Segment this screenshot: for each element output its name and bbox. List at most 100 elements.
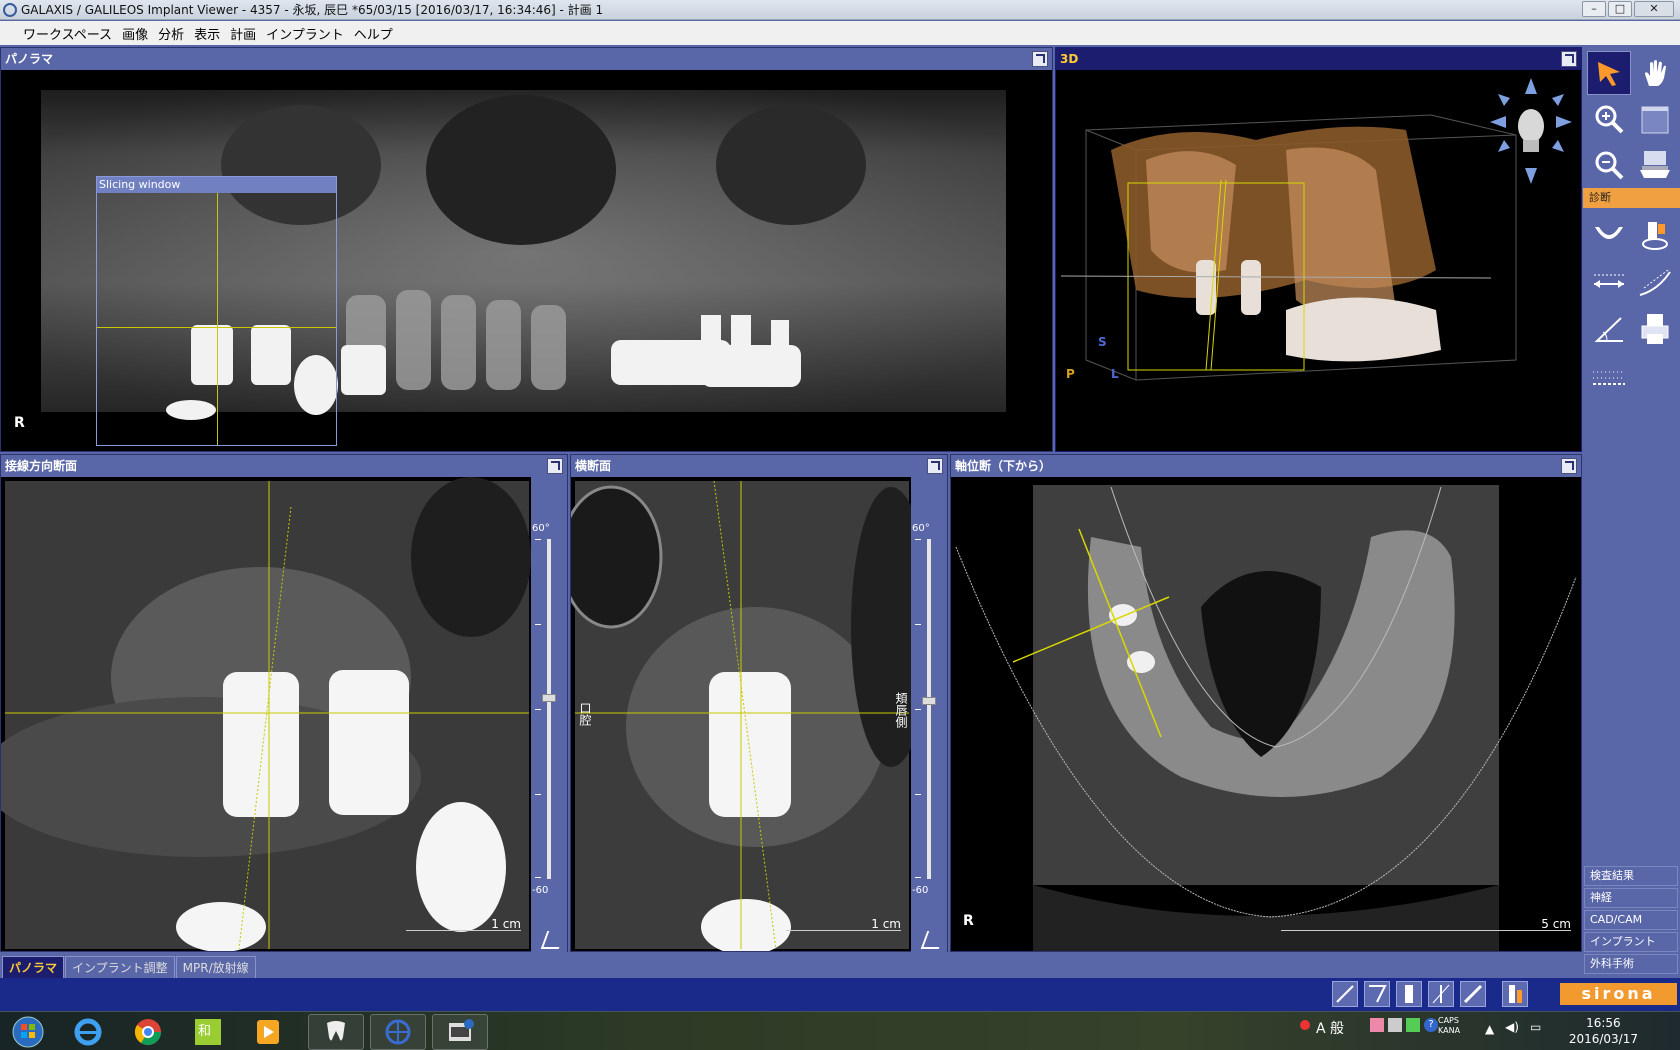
slider-top-label: 60° (532, 523, 550, 534)
print-tool[interactable] (1633, 307, 1677, 351)
tab-mpr[interactable]: MPR/放射線 (175, 956, 256, 978)
slider-thumb[interactable] (542, 694, 556, 702)
cross-section-view[interactable]: 口腔 頬唇側 1 cm (571, 477, 911, 951)
tooth-app-icon (327, 1021, 345, 1041)
menu-analysis[interactable]: 分析 (153, 24, 189, 43)
crosshair-vertical (217, 193, 218, 445)
zoom-out-tool[interactable] (1587, 143, 1631, 187)
maximize-panel-icon[interactable] (1032, 51, 1048, 67)
slider-tick (915, 539, 921, 540)
viewer-button[interactable] (432, 1014, 488, 1050)
slider-tick (915, 794, 921, 795)
tooth-app-button[interactable] (308, 1014, 364, 1050)
help-icon[interactable]: ? (1424, 1018, 1438, 1032)
sidebar-tab-nerve[interactable]: 神経 (1584, 888, 1678, 908)
minimize-button[interactable]: – (1582, 1, 1606, 17)
ie-button[interactable] (60, 1014, 116, 1050)
arch-icon (1595, 227, 1623, 239)
maximize-panel-icon[interactable] (1561, 458, 1577, 474)
pano-tool-1-icon[interactable] (1332, 981, 1358, 1007)
slider-thumb[interactable] (922, 697, 936, 705)
close-button[interactable]: ✕ (1634, 1, 1674, 17)
pano-tool-5-icon[interactable] (1460, 981, 1486, 1007)
pano-tool-3-icon[interactable] (1396, 981, 1422, 1007)
menu-workspace[interactable]: ワークスペース (18, 24, 117, 43)
orientation-r-label: R (14, 415, 25, 431)
ruler-tool[interactable] (1587, 355, 1631, 399)
tilt-slider[interactable]: 60° -60 (531, 477, 567, 953)
tab-panorama[interactable]: パノラマ (2, 956, 65, 978)
sidebar-tab-results[interactable]: 検査結果 (1584, 866, 1678, 886)
tilt-slider[interactable]: 60° -60 (911, 477, 947, 953)
clock-time: 16:56 (1586, 1016, 1621, 1030)
slider-track[interactable] (927, 539, 931, 879)
media-button[interactable] (240, 1014, 296, 1050)
maximize-button[interactable]: □ (1608, 1, 1632, 17)
angle-icon[interactable] (920, 931, 946, 949)
pan-tool[interactable] (1633, 51, 1677, 95)
maximize-panel-icon[interactable] (1561, 51, 1577, 67)
system-clock[interactable]: 16:56 2016/03/17 (1569, 1015, 1638, 1047)
slider-track[interactable] (547, 539, 551, 879)
pointer-tool[interactable] (1587, 51, 1631, 95)
menu-implant[interactable]: インプラント (261, 24, 349, 43)
volume-icon[interactable]: ◀) (1505, 1020, 1519, 1034)
window-controls: – □ ✕ (1582, 1, 1674, 17)
tab-implant-adjust[interactable]: インプラント調整 (65, 956, 175, 978)
orientation-head-icon[interactable] (1488, 76, 1574, 186)
chrome-button[interactable] (120, 1014, 176, 1050)
tray-app-icon[interactable] (1370, 1018, 1384, 1032)
cross-section-image (571, 480, 911, 951)
menu-plan[interactable]: 計画 (225, 24, 261, 43)
menu-view[interactable]: 表示 (189, 24, 225, 43)
curve-measure-tool[interactable] (1633, 261, 1677, 305)
wa-app-button[interactable]: 和 (180, 1014, 236, 1050)
maximize-panel-icon[interactable] (547, 458, 563, 474)
arch-tool[interactable] (1587, 213, 1631, 257)
app-icon (3, 2, 17, 17)
implant-tool-icon[interactable] (1502, 981, 1528, 1007)
network-icon[interactable]: ▭ (1530, 1020, 1541, 1034)
ime-indicator[interactable]: A 般 (1316, 1018, 1344, 1038)
maximize-panel-icon[interactable] (927, 458, 943, 474)
scale-label: 1 cm (871, 917, 901, 931)
axial-view[interactable]: R 5 cm (951, 477, 1581, 951)
pano-tool-2-icon[interactable] (1364, 981, 1390, 1007)
windows-start-icon (12, 1016, 44, 1048)
measure-tool[interactable] (1587, 261, 1631, 305)
angle-icon[interactable] (540, 931, 566, 949)
galaxis-icon (385, 1019, 411, 1045)
slider-tick (535, 794, 541, 795)
3d-view[interactable]: S P L (1056, 70, 1581, 451)
window-title: GALAXIS / GALILEOS Implant Viewer - 4357… (21, 3, 604, 17)
tray-app-icon[interactable] (1406, 1018, 1420, 1032)
diagnosis-section[interactable]: 診断 (1583, 188, 1680, 208)
tray-app-icon[interactable] (1388, 1018, 1402, 1032)
galaxis-button[interactable] (370, 1014, 426, 1050)
implant-head-tool[interactable] (1633, 213, 1677, 257)
zoom-in-tool[interactable] (1587, 97, 1631, 141)
pano-tool-4-icon[interactable] (1428, 981, 1454, 1007)
menu-image[interactable]: 画像 (117, 24, 153, 43)
panorama-view[interactable]: Slicing window R (1, 70, 1052, 451)
sidebar-tab-implant[interactable]: インプラント (1584, 932, 1678, 952)
slider-tick (535, 624, 541, 625)
printer-icon (1641, 314, 1669, 344)
slider-top-label: 60° (912, 523, 930, 534)
panel-tool[interactable] (1633, 97, 1677, 141)
zoom-out-icon (1595, 151, 1624, 180)
start-button[interactable] (0, 1014, 56, 1050)
show-hidden-icons-icon[interactable]: ▲ (1485, 1022, 1494, 1036)
sidebar-tab-surgery[interactable]: 外科手術 (1584, 954, 1678, 974)
angle-tool[interactable] (1587, 307, 1631, 351)
tangential-view[interactable]: 1 cm (1, 477, 531, 951)
menu-help[interactable]: ヘルプ (349, 24, 398, 43)
tray-icon (1640, 151, 1670, 178)
sidebar-tab-cadcam[interactable]: CAD/CAM (1584, 910, 1678, 930)
caps-kana: CAPS KANA (1438, 1016, 1460, 1036)
tray-tool[interactable] (1633, 143, 1677, 187)
slicing-window[interactable]: Slicing window (96, 176, 337, 446)
caps-indicator: CAPS (1438, 1016, 1459, 1025)
alert-icon[interactable] (1300, 1020, 1310, 1030)
tool-sidebar: 診断 検査結果 神経 CAD/CAM インプラント 外科手術 (1583, 47, 1680, 977)
